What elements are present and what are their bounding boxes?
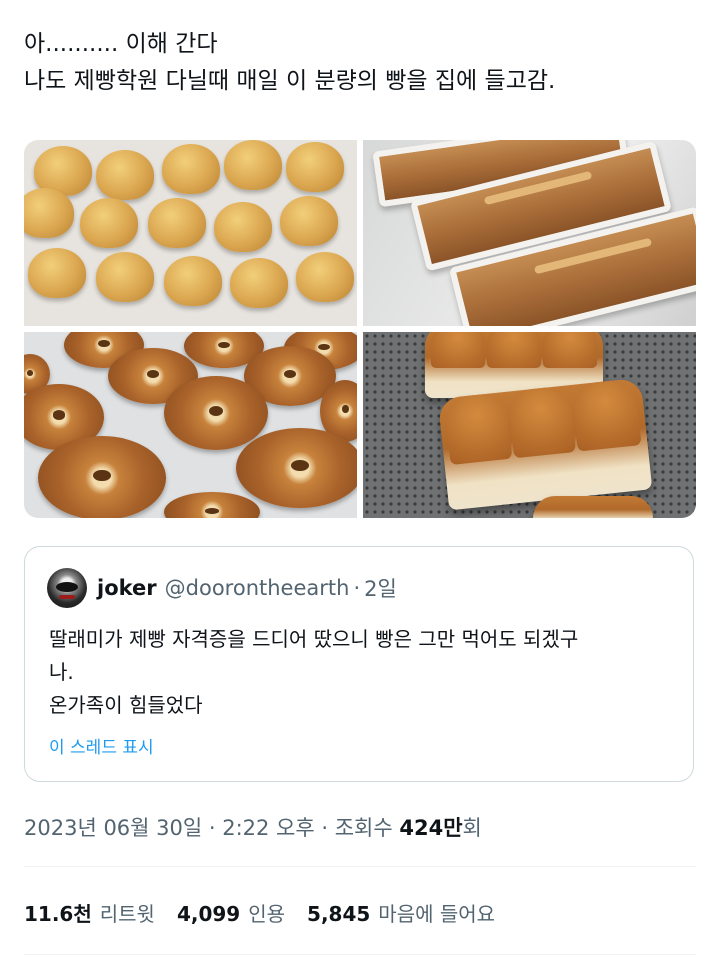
retweets-count: 11.6천 <box>24 902 92 926</box>
engagement-stats: 11.6천 리트윗 4,099 인용 5,845 마음에 들어요 <box>24 898 495 927</box>
avatar[interactable] <box>47 568 87 608</box>
quoted-body-line-2: 나. <box>49 660 74 684</box>
photo-bread-loaves[interactable] <box>363 332 696 518</box>
show-thread-link[interactable]: 이 스레드 표시 <box>49 733 154 758</box>
quoted-tweet-card[interactable]: joker @doorontheearth · 2일 딸래미가 제빵 자격증을 … <box>24 546 694 782</box>
quotes-count: 4,099 <box>176 902 241 926</box>
likes-stat[interactable]: 5,845 마음에 들어요 <box>307 898 495 927</box>
quoted-timestamp[interactable]: 2일 <box>364 573 397 603</box>
tweet-line-2: 나도 제빵학원 다닐때 매일 이 분량의 빵을 집에 들고감. <box>24 68 556 94</box>
dot-separator: · <box>353 576 361 600</box>
quoted-tweet-header: joker @doorontheearth · 2일 <box>47 567 397 609</box>
quoted-body-line-1: 딸래미가 제빵 자격증을 드디어 땄으니 빵은 그만 먹어도 되겠구 <box>49 627 579 651</box>
photo-grid <box>24 140 696 518</box>
divider <box>24 954 696 955</box>
photo-cream-puffs[interactable] <box>24 140 357 326</box>
tweet-line-1: 아.......... 이해 간다 <box>24 31 218 57</box>
retweets-stat[interactable]: 11.6천 리트윗 <box>24 898 155 927</box>
views-suffix: 회 <box>462 816 482 840</box>
quoted-author-name[interactable]: joker <box>97 576 157 600</box>
views-count: 424만 <box>399 816 463 840</box>
tweet-text: 아.......... 이해 간다 나도 제빵학원 다닐때 매일 이 분량의 빵… <box>24 26 696 100</box>
likes-count: 5,845 <box>307 902 371 926</box>
photo-pound-cakes[interactable] <box>363 140 696 326</box>
retweets-label: 리트윗 <box>99 902 155 926</box>
photo-bagels[interactable] <box>24 332 357 518</box>
quotes-label: 인용 <box>248 902 286 926</box>
quoted-tweet-body: 딸래미가 제빵 자격증을 드디어 땄으니 빵은 그만 먹어도 되겠구 나. 온가… <box>49 623 679 722</box>
quoted-author-handle[interactable]: @doorontheearth <box>165 576 350 600</box>
tweet-datetime[interactable]: 2023년 06월 30일 · 2:22 오후 · 조회수 <box>24 816 399 840</box>
divider <box>24 866 696 867</box>
tweet-meta: 2023년 06월 30일 · 2:22 오후 · 조회수 424만회 <box>24 812 482 842</box>
quotes-stat[interactable]: 4,099 인용 <box>177 898 285 927</box>
quoted-body-line-3: 온가족이 힘들었다 <box>49 693 203 717</box>
likes-label: 마음에 들어요 <box>378 902 496 926</box>
